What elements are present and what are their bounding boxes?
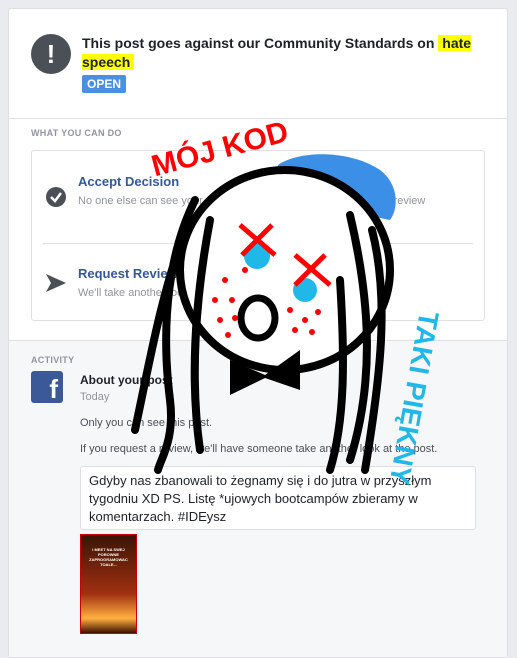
- doodle-overlay: MÓJ KOD TAKI PIĘKNY: [131, 114, 445, 487]
- doodle-text-side: TAKI PIĘKNY: [384, 309, 445, 487]
